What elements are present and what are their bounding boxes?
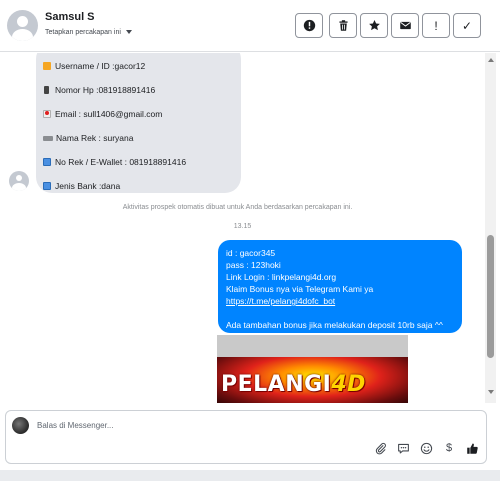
trash-icon: [338, 20, 348, 31]
exclamation-icon: !: [434, 18, 438, 33]
telegram-link[interactable]: https://t.me/pelangi4dofc_bot: [226, 295, 454, 307]
atm-icon: [43, 158, 51, 166]
atm-icon: [43, 182, 51, 190]
checkmark-icon: ✓: [461, 18, 473, 33]
brand-logo-text: PELANGI4D: [221, 372, 366, 397]
conversation-toolbar: ! ✓: [295, 13, 481, 38]
assign-conversation-label: Tetapkan percakapan ini: [45, 29, 121, 36]
reply-input[interactable]: [37, 421, 337, 430]
image-attachment[interactable]: PELANGI4D: [217, 335, 408, 403]
star-button[interactable]: [360, 13, 388, 38]
message-line: Nomor Hp :081918891416: [43, 85, 155, 95]
message-line: pass : 123hoki: [226, 260, 281, 270]
dollar-icon: $: [445, 442, 453, 454]
mobile-phone-icon: [44, 86, 49, 94]
timestamp: 13.15: [233, 223, 252, 230]
conversation-header: Samsul S Tetapkan percakapan ini ! ✓: [0, 0, 500, 52]
thread-scrollbar[interactable]: [485, 53, 496, 403]
emoji-button[interactable]: [419, 441, 433, 455]
orange-square-icon: [43, 62, 51, 70]
message-line: Ada tambahan bonus jika melakukan deposi…: [226, 320, 443, 330]
envelope-icon: [399, 21, 411, 30]
mark-unread-button[interactable]: [391, 13, 419, 38]
message-line: Nama Rek : suryana: [43, 133, 133, 143]
inbox-window: Samsul S Tetapkan percakapan ini ! ✓ Use…: [0, 0, 500, 481]
page-avatar: [12, 417, 29, 434]
message-line: Jenis Bank :dana: [43, 181, 120, 191]
message-line: Link Login : linkpelangi4d.org: [226, 272, 337, 282]
like-button[interactable]: [465, 441, 479, 455]
message-line: id : gacor345: [226, 248, 276, 258]
scrollbar-thumb[interactable]: [487, 235, 494, 358]
emoji-icon: [420, 442, 432, 454]
mark-done-button[interactable]: ✓: [453, 13, 481, 38]
message-line: Username / ID :gacor12: [43, 61, 145, 71]
mark-spam-button[interactable]: [295, 13, 323, 38]
message-thread[interactable]: Username / ID :gacor12 Nomor Hp :0819188…: [0, 53, 485, 403]
delete-button[interactable]: [329, 13, 357, 38]
follow-up-button[interactable]: !: [422, 13, 450, 38]
exclamation-circle-icon: [303, 19, 315, 32]
star-icon: [368, 19, 380, 31]
assign-conversation-dropdown[interactable]: Tetapkan percakapan ini: [45, 29, 132, 36]
thumbs-up-icon: [466, 442, 478, 454]
outgoing-message-bubble[interactable]: id : gacor345 pass : 123hoki Link Login …: [218, 240, 462, 333]
message-line: No Rek / E-Wallet : 081918891416: [43, 157, 186, 167]
credit-card-icon: [43, 135, 53, 141]
incoming-message-bubble[interactable]: Username / ID :gacor12 Nomor Hp :0819188…: [36, 53, 241, 193]
system-note: Aktivitas prospek otomatis dibuat untuk …: [122, 204, 353, 211]
saved-replies-button[interactable]: [396, 441, 410, 455]
contact-avatar[interactable]: [7, 10, 38, 41]
saved-reply-icon: [397, 443, 409, 453]
composer-actions: $: [373, 441, 479, 455]
message-line: Email : sull1406@gmail.com: [43, 109, 162, 119]
paperclip-icon: [375, 442, 386, 454]
payment-button[interactable]: $: [442, 441, 456, 455]
message-line: Klaim Bonus nya via Telegram Kami ya: [226, 284, 374, 294]
incoming-mail-icon: [43, 110, 51, 118]
scroll-up-arrow-icon[interactable]: [488, 58, 494, 62]
reply-composer: $: [5, 410, 487, 464]
chevron-down-icon: [125, 30, 132, 35]
sender-avatar[interactable]: [9, 171, 29, 191]
contact-name[interactable]: Samsul S: [45, 11, 95, 23]
scroll-down-arrow-icon[interactable]: [488, 390, 494, 394]
attach-file-button[interactable]: [373, 441, 387, 455]
window-footer: [0, 470, 500, 481]
